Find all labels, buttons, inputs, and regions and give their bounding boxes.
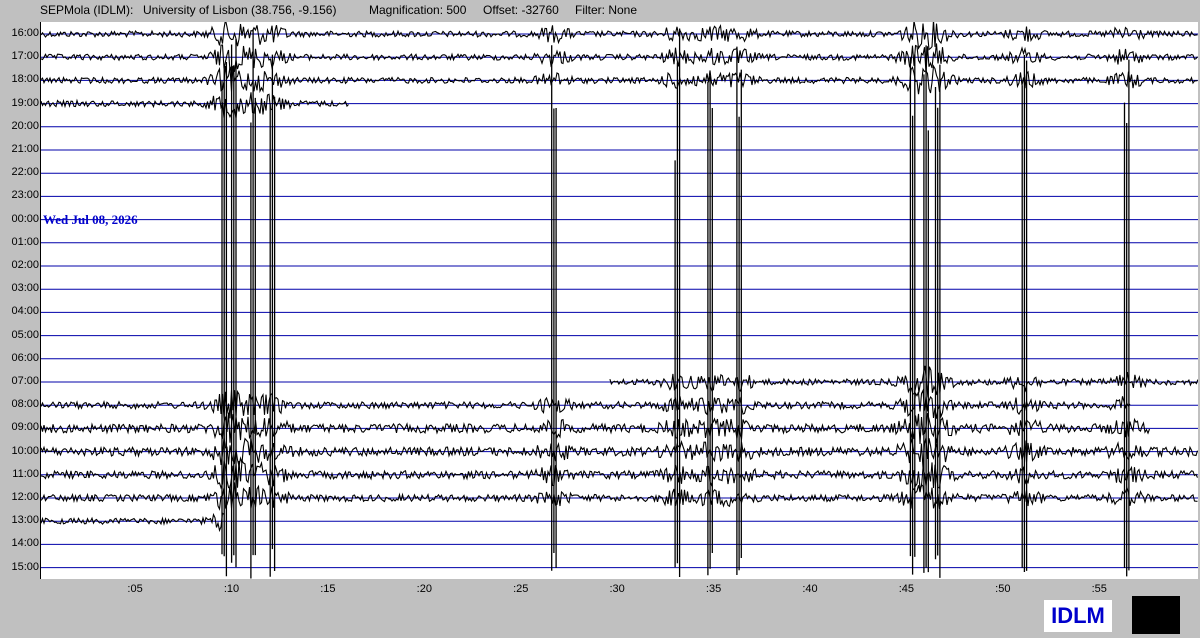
y-tick-label: 23:00 — [11, 189, 39, 202]
y-tick-label: 07:00 — [11, 375, 39, 387]
idlm-logo: IDLM — [1044, 600, 1112, 632]
y-tick-label: 22:00 — [11, 166, 39, 179]
y-tick-label: 04:00 — [11, 305, 39, 318]
offset-readout: Offset: -32760 — [483, 3, 559, 17]
y-tick-label: 19:00 — [11, 96, 39, 109]
station-name: SEPMola (IDLM): — [40, 3, 134, 17]
header: SEPMola (IDLM): University of Lisbon (38… — [0, 0, 1200, 22]
x-tick-label: :45 — [898, 583, 915, 595]
x-tick-label: :25 — [513, 583, 529, 595]
trace-1300 — [41, 512, 225, 533]
station-location: University of Lisbon (38.756, -9.156) — [143, 3, 337, 17]
y-tick-label: 10:00 — [11, 444, 39, 457]
y-tick-label: 06:00 — [11, 351, 39, 364]
y-tick-label: 11:00 — [12, 467, 39, 480]
trace-0800 — [41, 388, 1131, 419]
x-tick-label: :40 — [802, 583, 818, 595]
y-tick-label: 00:00 — [11, 212, 39, 225]
y-tick-label: 16:00 — [11, 27, 39, 39]
trace-1600 — [41, 22, 1198, 51]
trace-0700 — [609, 365, 1198, 398]
y-tick-label: 03:00 — [11, 282, 39, 295]
date-label: Wed Jul 08, 2026 — [43, 212, 138, 227]
x-tick-label: :20 — [416, 583, 432, 595]
x-tick-label: :55 — [1091, 583, 1107, 595]
y-tick-label: 15:00 — [11, 560, 39, 573]
y-tick-label: 12:00 — [11, 491, 39, 503]
trace-1900 — [41, 92, 349, 119]
y-tick-label: 18:00 — [11, 73, 39, 86]
y-tick-label: 01:00 — [11, 235, 39, 248]
y-tick-label: 13:00 — [11, 514, 39, 527]
y-tick-label: 20:00 — [11, 119, 39, 132]
y-tick-label: 14:00 — [11, 537, 39, 550]
x-tick-label: :35 — [705, 583, 722, 595]
y-tick-label: 02:00 — [11, 259, 39, 271]
y-tick-label: 08:00 — [11, 398, 39, 411]
filter-readout: Filter: None — [575, 3, 638, 17]
magnification-readout: Magnification: 500 — [369, 3, 467, 17]
x-tick-label: :05 — [127, 583, 143, 595]
y-tick-label: 05:00 — [11, 328, 39, 341]
helicorder-plot — [40, 22, 1198, 579]
x-tick-label: :30 — [609, 583, 625, 595]
y-tick-label: 09:00 — [11, 421, 39, 434]
color-swatch — [1132, 596, 1180, 634]
y-tick-label: 21:00 — [11, 143, 39, 155]
y-tick-label: 17:00 — [11, 50, 39, 63]
helicorder-svg — [41, 22, 1198, 579]
x-tick-label: :15 — [320, 583, 336, 595]
x-tick-label: :10 — [223, 583, 240, 595]
x-tick-label: :50 — [995, 583, 1011, 595]
